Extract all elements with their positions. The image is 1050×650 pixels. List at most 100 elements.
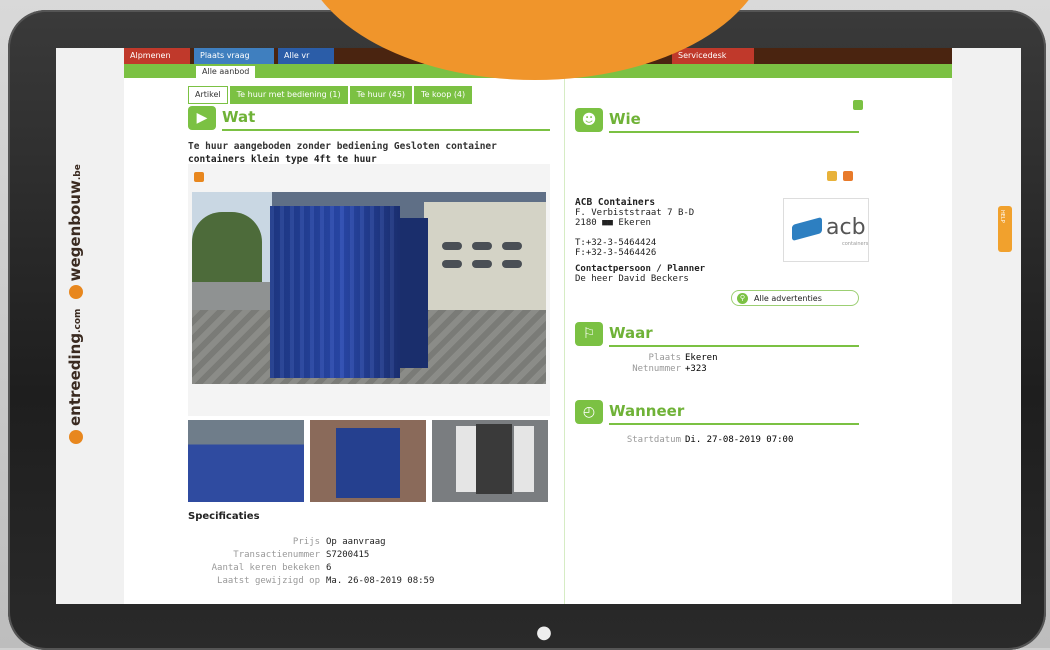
thumbnail-strip <box>188 420 550 502</box>
brand-name-2: wegenbouw <box>66 180 84 282</box>
logo-sub: containers <box>842 241 869 247</box>
spec-key: Laatst gewijzigd op <box>217 576 320 586</box>
divider <box>609 345 859 347</box>
company-name: ACB Containers <box>575 197 656 208</box>
company-street: F. Verbiststraat 7 B-D <box>575 208 695 218</box>
clock-icon: ◴ <box>575 400 603 424</box>
open-door-right <box>514 426 534 492</box>
spec-value: 6 <box>326 563 332 573</box>
door-window <box>502 260 522 268</box>
spec-row: Prijs Op aanvraag <box>188 536 554 549</box>
thumbnail-container <box>336 428 400 498</box>
brand-text: entreeding.com wegenbouw.be <box>66 164 84 448</box>
logo-mark-icon <box>792 216 822 242</box>
section-wat: ▶ Wat <box>188 106 550 132</box>
contact-name: De heer David Beckers <box>575 274 689 284</box>
netnummer-label-wrap: Netnummer <box>575 363 681 375</box>
lock-icon <box>194 172 204 182</box>
section-wie: ☻ Wie <box>575 108 865 134</box>
door-window <box>472 260 492 268</box>
right-column: ☻ Wie ACB Containers F. Verbiststraat 7 … <box>564 78 869 604</box>
tab-te-huur-met-bediening[interactable]: Te huur met bediening (1) <box>229 86 348 104</box>
spec-key: Transactienummer <box>233 550 320 560</box>
help-label: HELP <box>999 210 1005 223</box>
listing-title: Te huur aangeboden zonder bediening Gesl… <box>188 140 554 166</box>
person-icon: ☻ <box>575 108 603 132</box>
spec-row: Transactienummer S7200415 <box>188 549 554 562</box>
wanneer-heading: Wanneer <box>609 402 685 420</box>
spec-value: Op aanvraag <box>326 537 386 547</box>
startdatum-value: Di. 27-08-2019 07:00 <box>685 435 794 445</box>
thumbnail-1[interactable] <box>188 420 304 502</box>
waar-heading: Waar <box>609 324 653 342</box>
garage-door <box>424 202 546 312</box>
truck-icon: ▶ <box>188 106 216 130</box>
brand-name-1: entreeding <box>66 332 84 426</box>
section-wanneer: ◴ Wanneer <box>575 400 865 426</box>
wie-heading: Wie <box>609 110 641 128</box>
specs-title: Specificaties <box>188 511 260 522</box>
contact-title: Contactpersoon / Planner <box>575 264 706 274</box>
brand-dot-icon <box>68 430 83 444</box>
startdatum-label: Startdatum <box>626 435 681 445</box>
company-phone: T:+32-3-5464424 <box>575 238 657 248</box>
spec-row: Laatst gewijzigd op Ma. 26-08-2019 08:59 <box>188 575 554 588</box>
help-tab[interactable]: HELP <box>998 206 1012 252</box>
spec-value: Ma. 26-08-2019 08:59 <box>326 576 435 586</box>
brand-tld-2: .be <box>73 164 83 181</box>
netnummer-label: Netnummer <box>632 364 681 374</box>
thumbnail-3[interactable] <box>432 420 548 502</box>
container-side <box>400 218 428 368</box>
divider <box>609 131 859 133</box>
nav-item-servicedesk[interactable]: Servicedesk <box>672 48 754 64</box>
nav-item-alle[interactable]: Alle vr <box>278 48 334 64</box>
nav-item-plaats-vraag[interactable]: Plaats vraag <box>194 48 274 64</box>
thumbnail-2[interactable] <box>310 420 426 502</box>
section-waar: ⚐ Waar <box>575 322 865 348</box>
door-window <box>472 242 492 250</box>
bookmark-icon[interactable] <box>827 171 837 181</box>
tab-te-koop[interactable]: Te koop (4) <box>414 86 473 104</box>
all-ads-label: Alle advertenties <box>754 294 822 303</box>
main-content: Artikel Te huur met bediening (1) Te huur … <box>124 78 952 604</box>
trees <box>192 212 262 282</box>
apple-logo-icon: ● <box>536 622 552 643</box>
brand-logo[interactable]: entreeding.com wegenbouw.be <box>62 108 122 448</box>
browser-screen: Alpmenen Plaats vraag Alle vr Servicedes… <box>56 48 1021 604</box>
company-city: 2180 ■■ Ekeren <box>575 218 651 228</box>
logo-word: acb <box>826 215 866 240</box>
company-logo: acb containers <box>783 198 869 262</box>
search-icon: ⚲ <box>737 293 748 304</box>
main-photo[interactable] <box>192 192 546 384</box>
spec-value: S7200415 <box>326 550 370 560</box>
spec-row: Aantal keren bekeken 6 <box>188 562 554 575</box>
door-window <box>442 242 462 250</box>
nav-item-alpmenen[interactable]: Alpmenen <box>124 48 190 64</box>
divider <box>609 423 859 425</box>
contact-person: Contactpersoon / Planner De heer David B… <box>575 264 705 284</box>
spec-key: Aantal keren bekeken <box>211 563 320 573</box>
map-icon: ⚐ <box>575 322 603 346</box>
specs-table: Prijs Op aanvraag Transactienummer S720041… <box>188 536 554 588</box>
flag-icon[interactable] <box>843 171 853 181</box>
all-ads-button[interactable]: ⚲ Alle advertenties <box>731 290 859 306</box>
contact-icons <box>821 166 853 185</box>
tab-te-huur[interactable]: Te huur (45) <box>349 86 413 104</box>
open-door-left <box>456 426 476 492</box>
spec-key: Prijs <box>292 537 320 547</box>
wat-heading: Wat <box>222 108 256 126</box>
company-address: ACB Containers F. Verbiststraat 7 B-D 21… <box>575 197 695 259</box>
company-fax: F:+32-3-5464426 <box>575 248 657 258</box>
startdatum-label-wrap: Startdatum <box>575 434 681 446</box>
netnummer-value: +323 <box>685 364 707 374</box>
divider <box>222 129 550 131</box>
article-tabs: Artikel Te huur met bediening (1) Te huur … <box>188 86 474 104</box>
tab-artikel[interactable]: Artikel <box>188 86 228 104</box>
door-window <box>502 242 522 250</box>
main-photo-frame <box>188 164 550 416</box>
tab-alle-aanbod[interactable]: Alle aanbod <box>196 66 256 78</box>
right-band <box>952 48 1021 604</box>
listing-title-line-1: Te huur aangeboden zonder bediening Gesl… <box>188 141 497 152</box>
brand-dot-icon <box>68 285 83 300</box>
container-opening <box>476 424 512 494</box>
